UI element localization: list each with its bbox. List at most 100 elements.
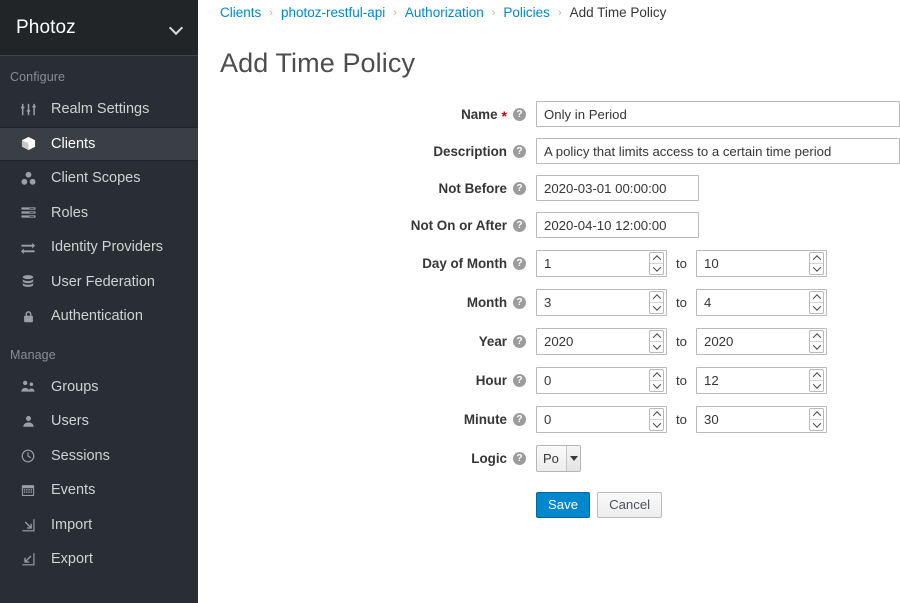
logic-select[interactable]: Po xyxy=(536,445,581,472)
sidebar-item-identity-providers[interactable]: Identity Providers xyxy=(0,230,198,265)
hour-start-stepper[interactable] xyxy=(536,367,667,394)
not-on-or-after-input[interactable] xyxy=(536,212,699,238)
clock-icon xyxy=(17,449,39,463)
help-icon[interactable]: ? xyxy=(513,335,526,348)
spinner-down-icon[interactable] xyxy=(650,264,663,274)
label-year-text: Year xyxy=(479,334,507,349)
day-of-month-start-stepper[interactable] xyxy=(536,250,667,277)
sidebar-item-label: Import xyxy=(51,517,92,533)
sidebar-item-export[interactable]: Export xyxy=(0,542,198,577)
spinner-control[interactable] xyxy=(809,330,824,353)
sidebar-item-sessions[interactable]: Sessions xyxy=(0,439,198,474)
spinner-control[interactable] xyxy=(649,252,664,275)
help-icon[interactable]: ? xyxy=(513,108,526,121)
form-row-not-on-or-after: Not On or After ? xyxy=(198,212,900,238)
help-icon[interactable]: ? xyxy=(513,257,526,270)
main-content: Clients › photoz-restful-api › Authoriza… xyxy=(198,0,900,603)
breadcrumb-item-photoz-restful-api[interactable]: photoz-restful-api xyxy=(281,5,385,20)
description-input[interactable] xyxy=(536,138,900,164)
realm-name: Photoz xyxy=(16,17,170,39)
label-description: Description ? xyxy=(198,144,536,159)
spinner-down-icon[interactable] xyxy=(650,342,663,352)
time-policy-form: Name * ? Description ? Not Before ? xyxy=(198,101,900,518)
month-start-input[interactable] xyxy=(536,289,667,316)
help-icon[interactable]: ? xyxy=(513,452,526,465)
save-button[interactable]: Save xyxy=(536,492,590,518)
spinner-down-icon[interactable] xyxy=(650,381,663,391)
realm-selector[interactable]: Photoz xyxy=(0,0,198,56)
sidebar-item-import[interactable]: Import xyxy=(0,508,198,543)
spinner-down-icon[interactable] xyxy=(810,303,823,313)
hour-end-input[interactable] xyxy=(696,367,827,394)
spinner-down-icon[interactable] xyxy=(810,342,823,352)
form-row-minute: Minute ? to xyxy=(198,405,900,433)
range-separator-label: to xyxy=(676,334,687,349)
spinner-control[interactable] xyxy=(649,408,664,431)
spinner-down-icon[interactable] xyxy=(810,420,823,430)
sidebar-item-users[interactable]: Users xyxy=(0,404,198,439)
breadcrumb-item-policies[interactable]: Policies xyxy=(503,5,550,20)
chevron-down-icon[interactable] xyxy=(566,446,580,471)
day-of-month-end-stepper[interactable] xyxy=(696,250,827,277)
cancel-button[interactable]: Cancel xyxy=(597,492,662,518)
spinner-down-icon[interactable] xyxy=(650,420,663,430)
sidebar-item-label: User Federation xyxy=(51,274,155,290)
spinner-control[interactable] xyxy=(809,369,824,392)
minute-start-stepper[interactable] xyxy=(536,406,667,433)
not-before-input[interactable] xyxy=(536,175,699,201)
sidebar-item-client-scopes[interactable]: Client Scopes xyxy=(0,161,198,196)
form-row-logic: Logic ? Po xyxy=(198,444,900,472)
minute-end-stepper[interactable] xyxy=(696,406,827,433)
sidebar-item-roles[interactable]: Roles xyxy=(0,196,198,231)
breadcrumb-item-authorization[interactable]: Authorization xyxy=(405,5,484,20)
label-not-on-or-after: Not On or After ? xyxy=(198,218,536,233)
label-minute-text: Minute xyxy=(464,412,507,427)
label-month-text: Month xyxy=(467,295,507,310)
spinner-control[interactable] xyxy=(649,330,664,353)
help-icon[interactable]: ? xyxy=(513,413,526,426)
form-row-not-before: Not Before ? xyxy=(198,175,900,201)
spinner-control[interactable] xyxy=(649,291,664,314)
spinner-down-icon[interactable] xyxy=(810,264,823,274)
form-row-name: Name * ? xyxy=(198,101,900,127)
form-row-month: Month ? to xyxy=(198,288,900,316)
list-icon xyxy=(17,205,39,220)
sidebar-item-realm-settings[interactable]: Realm Settings xyxy=(0,92,198,127)
spinner-down-icon[interactable] xyxy=(810,381,823,391)
breadcrumb-separator-icon: › xyxy=(558,7,562,19)
help-icon[interactable]: ? xyxy=(513,219,526,232)
day-of-month-end-input[interactable] xyxy=(696,250,827,277)
month-end-stepper[interactable] xyxy=(696,289,827,316)
month-start-stepper[interactable] xyxy=(536,289,667,316)
day-of-month-start-input[interactable] xyxy=(536,250,667,277)
year-start-stepper[interactable] xyxy=(536,328,667,355)
sidebar-item-label: Client Scopes xyxy=(51,170,140,186)
spinner-control[interactable] xyxy=(809,408,824,431)
year-end-stepper[interactable] xyxy=(696,328,827,355)
sidebar-item-clients[interactable]: Clients xyxy=(0,127,198,162)
hour-end-stepper[interactable] xyxy=(696,367,827,394)
month-end-input[interactable] xyxy=(696,289,827,316)
minute-end-input[interactable] xyxy=(696,406,827,433)
help-icon[interactable]: ? xyxy=(513,182,526,195)
spinner-control[interactable] xyxy=(809,291,824,314)
hour-start-input[interactable] xyxy=(536,367,667,394)
name-input[interactable] xyxy=(536,101,900,127)
year-start-input[interactable] xyxy=(536,328,667,355)
sidebar-item-events[interactable]: Events xyxy=(0,473,198,508)
breadcrumb-item-clients[interactable]: Clients xyxy=(220,5,261,20)
sidebar-item-authentication[interactable]: Authentication xyxy=(0,299,198,334)
spinner-control[interactable] xyxy=(809,252,824,275)
year-end-input[interactable] xyxy=(696,328,827,355)
chevron-down-icon[interactable] xyxy=(170,21,184,35)
sidebar-item-user-federation[interactable]: User Federation xyxy=(0,265,198,300)
keycloak-admin-console: Photoz Configure Realm Settings xyxy=(0,0,900,603)
spinner-control[interactable] xyxy=(649,369,664,392)
help-icon[interactable]: ? xyxy=(513,374,526,387)
sidebar-item-groups[interactable]: Groups xyxy=(0,370,198,405)
minute-start-input[interactable] xyxy=(536,406,667,433)
help-icon[interactable]: ? xyxy=(513,296,526,309)
help-icon[interactable]: ? xyxy=(513,145,526,158)
breadcrumb-item-current: Add Time Policy xyxy=(570,5,667,20)
spinner-down-icon[interactable] xyxy=(650,303,663,313)
